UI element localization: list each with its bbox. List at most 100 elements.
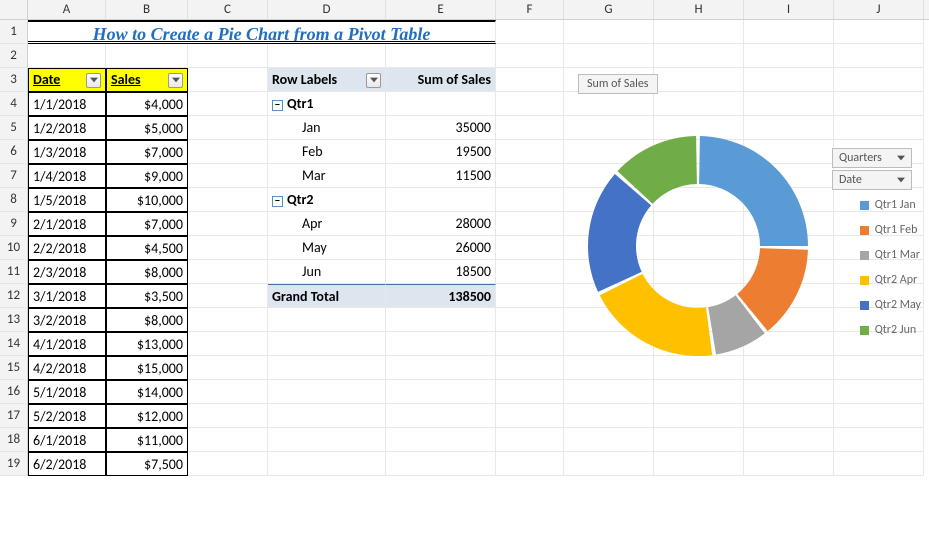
- table-cell-date[interactable]: 6/1/2018: [28, 428, 106, 452]
- cell[interactable]: [188, 332, 268, 356]
- cell[interactable]: [496, 212, 564, 236]
- cell[interactable]: [188, 116, 268, 140]
- cell[interactable]: [28, 44, 106, 68]
- column-header[interactable]: E: [386, 0, 496, 19]
- cell[interactable]: [744, 44, 834, 68]
- row-header[interactable]: 1: [0, 20, 28, 44]
- table-cell-date[interactable]: 4/1/2018: [28, 332, 106, 356]
- row-header[interactable]: 19: [0, 452, 28, 476]
- cell[interactable]: [268, 308, 386, 332]
- cell[interactable]: [386, 308, 496, 332]
- column-header[interactable]: D: [268, 0, 386, 19]
- table-header-date[interactable]: Date: [28, 68, 106, 92]
- table-cell-sales[interactable]: $14,000: [106, 380, 188, 404]
- table-cell-sales[interactable]: $4,500: [106, 236, 188, 260]
- cell[interactable]: [564, 44, 654, 68]
- cell[interactable]: [496, 44, 564, 68]
- column-header[interactable]: F: [496, 0, 564, 19]
- donut-slice[interactable]: [699, 136, 808, 246]
- table-cell-sales[interactable]: $11,000: [106, 428, 188, 452]
- cell[interactable]: [834, 20, 924, 44]
- cell[interactable]: [834, 428, 924, 452]
- cell[interactable]: [496, 404, 564, 428]
- cell[interactable]: [654, 452, 744, 476]
- row-header[interactable]: 15: [0, 356, 28, 380]
- cell[interactable]: [564, 20, 654, 44]
- table-cell-date[interactable]: 1/1/2018: [28, 92, 106, 116]
- cell[interactable]: [188, 356, 268, 380]
- cell[interactable]: [188, 212, 268, 236]
- collapse-button[interactable]: −: [272, 196, 283, 207]
- cell[interactable]: [496, 164, 564, 188]
- cell[interactable]: [496, 308, 564, 332]
- cell[interactable]: [188, 44, 268, 68]
- pivot-row-labels-header[interactable]: Row Labels: [268, 68, 386, 92]
- table-cell-sales[interactable]: $15,000: [106, 356, 188, 380]
- table-cell-sales[interactable]: $7,500: [106, 452, 188, 476]
- cell[interactable]: [744, 20, 834, 44]
- cell[interactable]: [564, 452, 654, 476]
- pivot-row-value[interactable]: 19500: [386, 140, 496, 164]
- table-cell-date[interactable]: 6/2/2018: [28, 452, 106, 476]
- cell[interactable]: [386, 452, 496, 476]
- row-header[interactable]: 17: [0, 404, 28, 428]
- cell[interactable]: [188, 404, 268, 428]
- cell[interactable]: [268, 44, 386, 68]
- cell[interactable]: [386, 332, 496, 356]
- table-cell-sales[interactable]: $10,000: [106, 188, 188, 212]
- cell[interactable]: [496, 380, 564, 404]
- table-cell-date[interactable]: 1/5/2018: [28, 188, 106, 212]
- table-cell-date[interactable]: 5/1/2018: [28, 380, 106, 404]
- pivot-row-value[interactable]: 26000: [386, 236, 496, 260]
- table-cell-date[interactable]: 1/4/2018: [28, 164, 106, 188]
- cell[interactable]: [496, 20, 564, 44]
- page-title[interactable]: How to Create a Pie Chart from a Pivot T…: [28, 20, 496, 44]
- cell[interactable]: [268, 428, 386, 452]
- donut-slice[interactable]: [600, 274, 713, 356]
- cell[interactable]: [188, 68, 268, 92]
- column-header[interactable]: A: [28, 0, 106, 19]
- table-cell-date[interactable]: 5/2/2018: [28, 404, 106, 428]
- row-header[interactable]: 3: [0, 68, 28, 92]
- cell[interactable]: [564, 428, 654, 452]
- cell[interactable]: [496, 236, 564, 260]
- cell[interactable]: [496, 356, 564, 380]
- table-cell-sales[interactable]: $9,000: [106, 164, 188, 188]
- cell[interactable]: [386, 428, 496, 452]
- pivot-chart[interactable]: Sum of Sales Quarters Date Qtr1 JanQtr1 …: [568, 74, 917, 424]
- filter-dropdown-button[interactable]: [86, 73, 101, 88]
- cell[interactable]: [188, 380, 268, 404]
- cell[interactable]: [106, 44, 188, 68]
- select-all-corner[interactable]: [0, 0, 28, 19]
- table-cell-sales[interactable]: $7,000: [106, 212, 188, 236]
- cell[interactable]: [496, 188, 564, 212]
- cell[interactable]: [654, 428, 744, 452]
- pivot-row-value[interactable]: 11500: [386, 164, 496, 188]
- row-header[interactable]: 7: [0, 164, 28, 188]
- cell[interactable]: [188, 92, 268, 116]
- row-header[interactable]: 11: [0, 260, 28, 284]
- cell[interactable]: [654, 44, 744, 68]
- cell[interactable]: [386, 380, 496, 404]
- table-cell-date[interactable]: 1/2/2018: [28, 116, 106, 140]
- table-cell-date[interactable]: 4/2/2018: [28, 356, 106, 380]
- row-header[interactable]: 16: [0, 380, 28, 404]
- pivot-grand-total-value[interactable]: 138500: [386, 284, 496, 308]
- table-cell-date[interactable]: 3/1/2018: [28, 284, 106, 308]
- cell[interactable]: [834, 44, 924, 68]
- cell[interactable]: [386, 44, 496, 68]
- table-cell-sales[interactable]: $12,000: [106, 404, 188, 428]
- pivot-group[interactable]: −Qtr1: [268, 92, 386, 116]
- table-cell-sales[interactable]: $3,500: [106, 284, 188, 308]
- pivot-row-value[interactable]: 28000: [386, 212, 496, 236]
- cell[interactable]: [188, 284, 268, 308]
- cell[interactable]: [188, 260, 268, 284]
- cell[interactable]: [268, 356, 386, 380]
- chart-field-button-quarters[interactable]: Quarters: [832, 148, 912, 168]
- row-header[interactable]: 9: [0, 212, 28, 236]
- filter-dropdown-button[interactable]: [366, 73, 381, 88]
- cell[interactable]: [744, 428, 834, 452]
- filter-dropdown-button[interactable]: [168, 73, 183, 88]
- cell[interactable]: [268, 380, 386, 404]
- column-header[interactable]: I: [744, 0, 834, 19]
